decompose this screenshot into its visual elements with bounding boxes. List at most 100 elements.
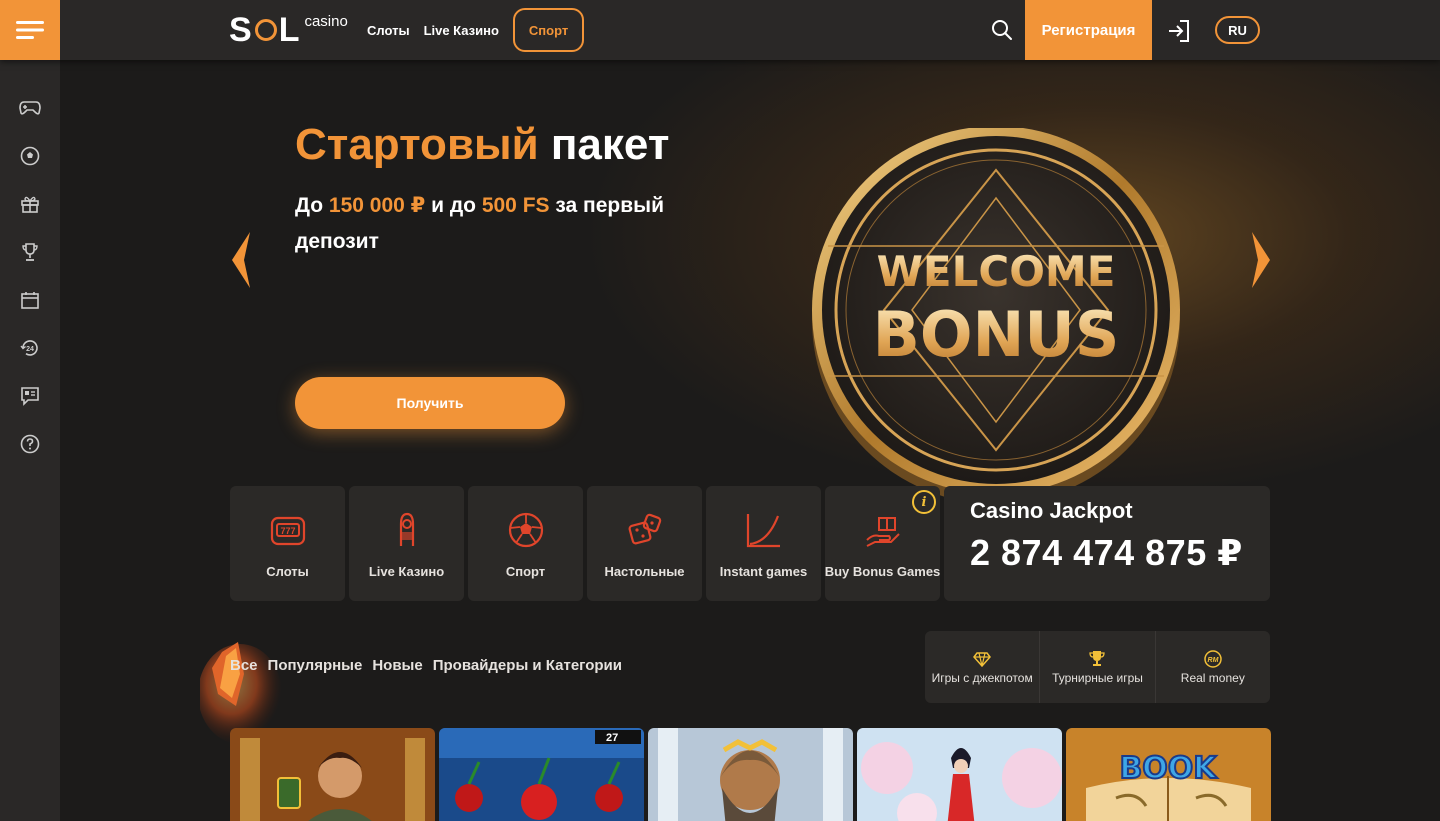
- logo-letter-s: S: [229, 11, 253, 49]
- category-instant-games[interactable]: Instant games: [706, 486, 821, 601]
- quick-filter-jackpot[interactable]: Игры с джекпотом: [925, 631, 1041, 703]
- chevron-right-icon: [1252, 232, 1270, 288]
- sidebar-item-sport[interactable]: [18, 144, 42, 168]
- logo-text: S L: [229, 10, 300, 50]
- quick-filter-label: Турнирные игры: [1052, 670, 1143, 685]
- game-tile-zeus[interactable]: [648, 728, 853, 821]
- trophy-icon: [22, 243, 38, 261]
- game-badge: 27: [606, 732, 618, 744]
- welcome-bonus-coin-image: WELCOME BONUS: [812, 128, 1180, 504]
- category-sport[interactable]: Спорт: [468, 486, 583, 601]
- carousel-prev-button[interactable]: [230, 230, 252, 290]
- dealer-icon: [399, 512, 414, 546]
- sidebar: 24: [0, 60, 60, 821]
- chart-curve-icon: [746, 514, 780, 548]
- nav-live-casino[interactable]: Live Казино: [424, 23, 499, 38]
- quick-filter-tournament[interactable]: Турнирные игры: [1040, 631, 1156, 703]
- quick-filter-panel: Игры с джекпотом Турнирные игры RM Real …: [925, 631, 1270, 703]
- search-button[interactable]: [990, 18, 1014, 42]
- category-buy-bonus-games[interactable]: Buy Bonus Games i: [825, 486, 940, 601]
- hero-title-accent: Стартовый: [295, 120, 539, 169]
- category-live-casino[interactable]: Live Казино: [349, 486, 464, 601]
- game-tile-geisha[interactable]: [857, 728, 1062, 821]
- gift-icon: [21, 196, 39, 213]
- coin-text-line1: WELCOME: [877, 247, 1116, 296]
- book-game-icon: BOOK: [1066, 728, 1271, 821]
- filter-all[interactable]: Все: [230, 657, 258, 674]
- get-bonus-button[interactable]: Получить: [295, 377, 565, 429]
- category-table-games[interactable]: Настольные: [587, 486, 702, 601]
- hand-gift-icon: [865, 517, 900, 547]
- hero-subtitle: До 150 000 ₽ и до 500 FS за первый депоз…: [295, 188, 735, 260]
- sidebar-item-tournaments[interactable]: [18, 240, 42, 264]
- sidebar-item-support[interactable]: 24: [18, 336, 42, 360]
- coin-text-line2: BONUS: [873, 298, 1120, 371]
- game-tile-explorer[interactable]: [230, 728, 435, 821]
- carousel-next-button[interactable]: [1250, 230, 1272, 290]
- slot-machine-icon: 777: [270, 516, 305, 546]
- jackpot-value: 2 874 474 875 ₽: [970, 532, 1243, 573]
- zeus-game-icon: [648, 728, 853, 821]
- diamond-icon: [973, 651, 992, 667]
- hero-sub-mid: и до: [425, 194, 482, 217]
- category-label: Настольные: [604, 564, 685, 579]
- sidebar-item-bonuses[interactable]: [18, 192, 42, 216]
- logo[interactable]: S L casino: [229, 10, 348, 50]
- support-24-icon: 24: [20, 340, 38, 356]
- category-label: Спорт: [505, 564, 546, 579]
- hero-sub-amount: 150 000 ₽: [328, 194, 426, 217]
- fruit-game-icon: 27: [439, 728, 644, 821]
- login-icon: [1169, 20, 1189, 42]
- soccer-ball-icon: [508, 512, 543, 548]
- soccer-ball-icon: [20, 146, 40, 166]
- casino-jackpot-panel[interactable]: Casino Jackpot 2 874 474 875 ₽: [944, 486, 1270, 601]
- gamepad-icon: [19, 101, 41, 115]
- logo-letter-l: L: [278, 11, 301, 49]
- sidebar-item-calendar[interactable]: [18, 288, 42, 312]
- dice-icon: [628, 513, 661, 545]
- main-content: Стартовый пакет До 150 000 ₽ и до 500 FS…: [60, 60, 1440, 821]
- svg-text:24: 24: [26, 346, 34, 353]
- hero-title-rest: пакет: [550, 120, 670, 169]
- category-label: Buy Bonus Games: [824, 564, 941, 579]
- calendar-icon: [21, 292, 39, 309]
- explorer-game-icon: [230, 728, 435, 821]
- game-tile-book[interactable]: BOOK: [1066, 728, 1271, 821]
- svg-text:RM: RM: [1207, 657, 1218, 664]
- filter-providers[interactable]: Провайдеры и Категории: [433, 657, 622, 674]
- sidebar-item-games[interactable]: [18, 96, 42, 120]
- chat-icon: [21, 387, 39, 406]
- trophy-icon: [1089, 650, 1106, 666]
- hamburger-menu-button[interactable]: [0, 0, 60, 60]
- filter-new[interactable]: Новые: [372, 657, 422, 674]
- category-label: Instant games: [719, 564, 808, 579]
- filter-popular[interactable]: Популярные: [268, 657, 363, 674]
- quick-filter-real-money[interactable]: RM Real money: [1156, 631, 1270, 703]
- info-icon[interactable]: i: [912, 490, 936, 514]
- sidebar-item-news[interactable]: [18, 384, 42, 408]
- register-button[interactable]: Регистрация: [1025, 0, 1152, 60]
- quick-filter-label: Real money: [1180, 670, 1245, 685]
- nav-sport[interactable]: Спорт: [512, 8, 585, 52]
- help-icon: [20, 434, 40, 454]
- language-selector[interactable]: RU: [1215, 16, 1260, 44]
- game-badge: BOOK: [1119, 751, 1218, 786]
- top-nav: Слоты Live Казино Спорт: [367, 0, 585, 60]
- sidebar-item-help[interactable]: [18, 432, 42, 456]
- category-label: Слоты: [266, 564, 309, 579]
- nav-slots[interactable]: Слоты: [367, 23, 410, 38]
- search-icon: [992, 20, 1012, 40]
- login-button[interactable]: [1166, 18, 1192, 44]
- category-row: 777 Слоты Live Казино Спорт Настольные I…: [230, 486, 940, 601]
- hero-sub-fs: 500 FS: [481, 194, 550, 217]
- game-grid: 27 BOOK: [230, 728, 1271, 821]
- game-tile-fruits[interactable]: 27: [439, 728, 644, 821]
- jackpot-title: Casino Jackpot: [970, 498, 1133, 523]
- hero-sub-prefix: До: [295, 194, 329, 217]
- category-label: Live Казино: [368, 564, 445, 579]
- category-slots[interactable]: 777 Слоты: [230, 486, 345, 601]
- chevron-left-icon: [232, 232, 250, 288]
- hamburger-icon: [16, 21, 44, 39]
- game-filter-tabs: Все Популярные Новые Провайдеры и Катего…: [230, 657, 622, 674]
- geisha-game-icon: [857, 728, 1062, 821]
